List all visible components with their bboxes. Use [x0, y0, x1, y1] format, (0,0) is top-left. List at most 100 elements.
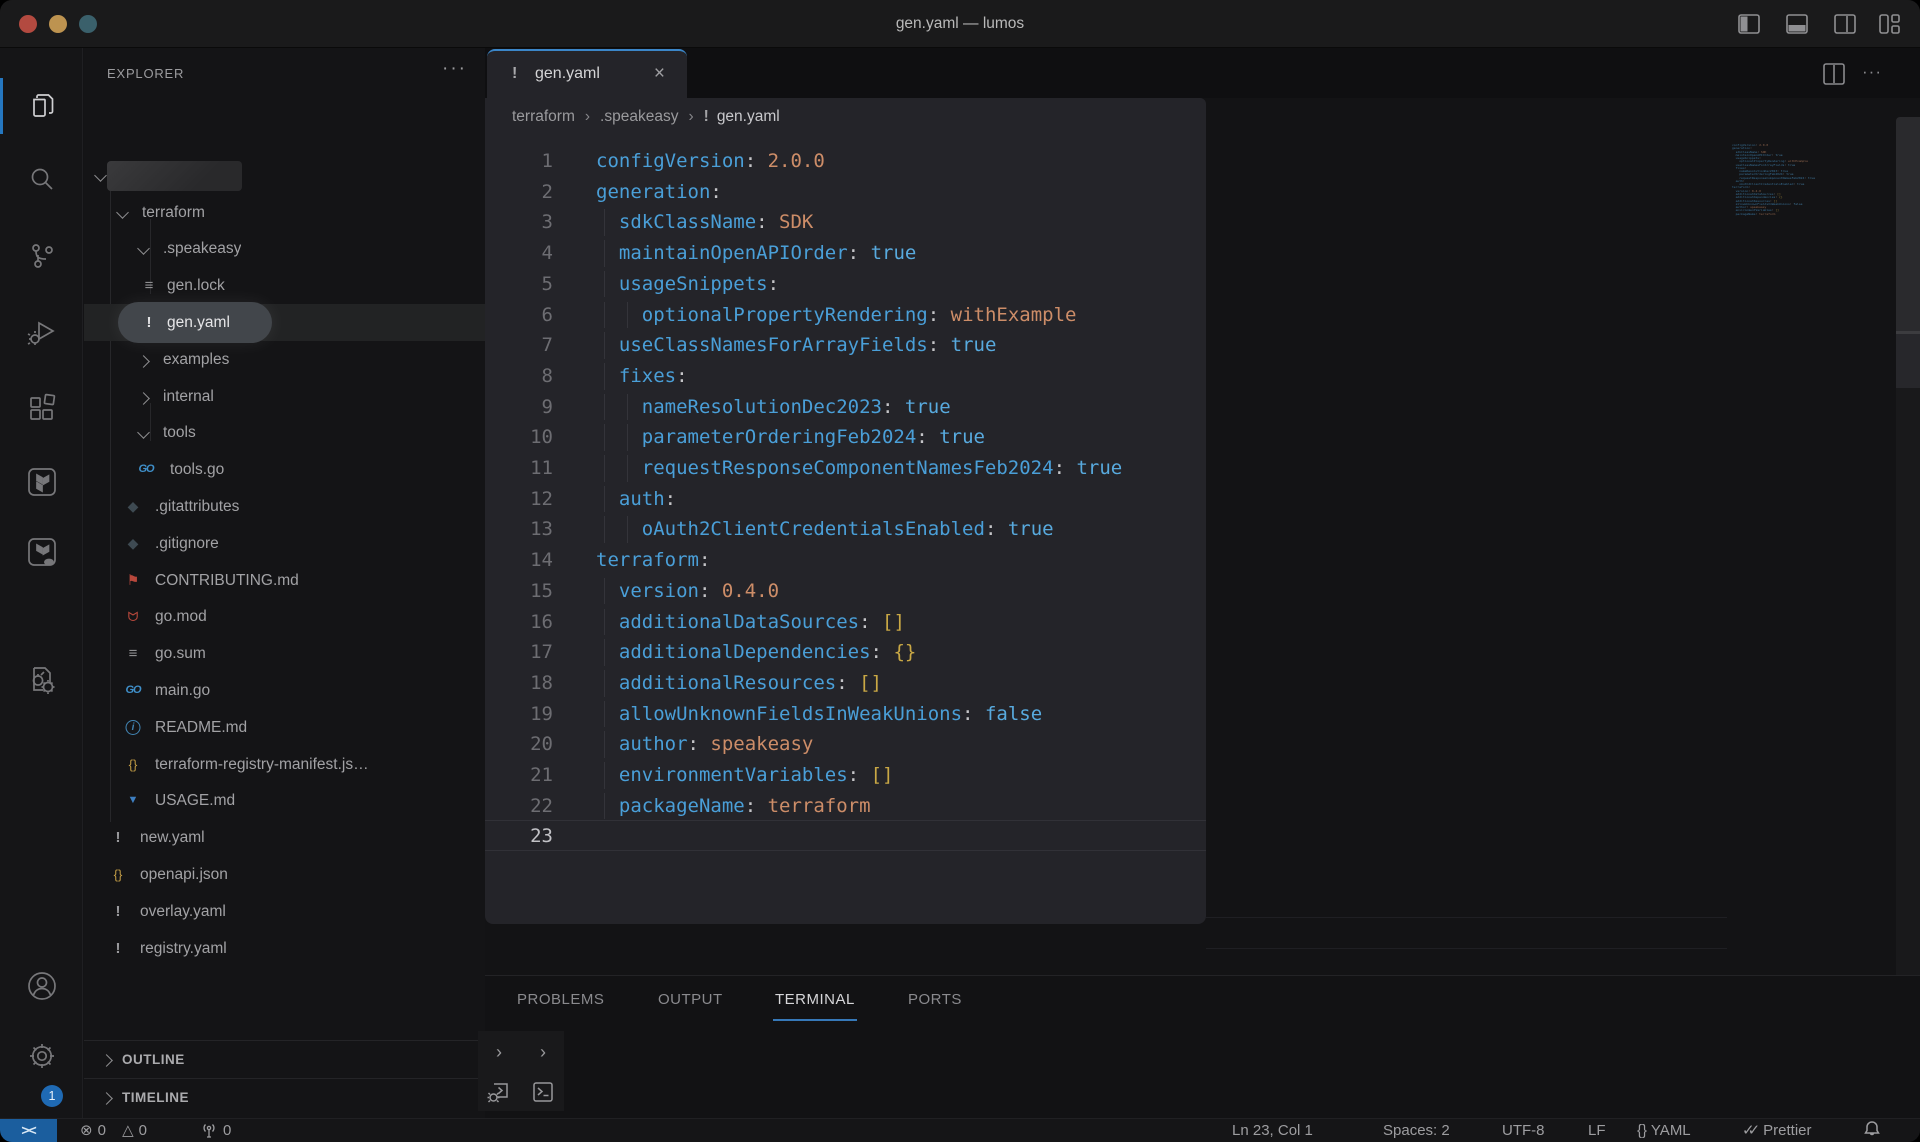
cursor-position[interactable]: Ln 23, Col 1	[1232, 1119, 1313, 1142]
toggle-primary-sidebar-icon[interactable]	[1736, 11, 1762, 37]
tree-item--gitignore[interactable]: ◆ .gitignore	[84, 525, 485, 562]
code-text: environmentVariables: []	[596, 764, 894, 786]
editor-more-actions-icon[interactable]: ···	[1862, 62, 1882, 82]
code-text: usageSnippets:	[596, 272, 780, 295]
tree-item-tools-go[interactable]: GO tools.go	[84, 451, 485, 488]
timeline-section-header[interactable]: TIMELINE	[84, 1078, 485, 1118]
encoding[interactable]: UTF-8	[1502, 1119, 1545, 1142]
code-line-8[interactable]: 8 fixes:	[485, 361, 1206, 392]
terraform-cloud-activity-icon[interactable]	[0, 516, 83, 588]
tree-item-registry-yaml[interactable]: ! registry.yaml	[84, 930, 485, 967]
tree-item-label: main.go	[155, 682, 211, 699]
tree-item-overlay-yaml[interactable]: ! overlay.yaml	[84, 893, 485, 930]
tree-item-go-sum[interactable]: ≡ go.sum	[84, 635, 485, 672]
panel-tab-terminal[interactable]: TERMINAL	[773, 976, 857, 1024]
tree-item-usage-md[interactable]: ▼ USAGE.md	[84, 782, 485, 819]
tree-item-gen-yaml[interactable]: ! gen.yaml	[84, 302, 485, 343]
code-line-20[interactable]: 20 author: speakeasy	[485, 729, 1206, 760]
source-control-activity-icon[interactable]	[0, 220, 83, 292]
tree-item-contributing-md[interactable]: ⚑ CONTRIBUTING.md	[84, 562, 485, 599]
toggle-secondary-sidebar-icon[interactable]	[1832, 11, 1858, 37]
code-line-19[interactable]: 19 allowUnknownFieldsInWeakUnions: false	[485, 699, 1206, 730]
outline-section-header[interactable]: OUTLINE	[84, 1040, 485, 1078]
tree-item-go-mod[interactable]: ᗢ go.mod	[84, 598, 485, 635]
tree-item-new-yaml[interactable]: ! new.yaml	[84, 819, 485, 856]
tree-item-terraform[interactable]: terraform	[84, 194, 485, 231]
tab-gen-yaml[interactable]: ! gen.yaml ×	[487, 49, 687, 98]
problems-status[interactable]: ⊗ 0 △ 0	[80, 1119, 147, 1142]
code-line-18[interactable]: 18 additionalResources: []	[485, 668, 1206, 699]
code-line-9[interactable]: 9 nameResolutionDec2023: true	[485, 392, 1206, 423]
breadcrumb-item[interactable]: terraform	[512, 108, 575, 125]
panel-tab-ports[interactable]: PORTS	[908, 976, 962, 1024]
code-line-10[interactable]: 10 parameterOrderingFeb2024: true	[485, 422, 1206, 453]
code-editor[interactable]: 1 configVersion: 2.0.0 2 generation: 3 sdkCl…	[485, 146, 1206, 906]
line-number: 23	[530, 825, 553, 848]
code-line-12[interactable]: 12 auth:	[485, 484, 1206, 515]
chevron-right-icon[interactable]: ›	[478, 1033, 520, 1071]
tree-item--gitattributes[interactable]: ◆ .gitattributes	[84, 488, 485, 525]
eol-sequence[interactable]: LF	[1588, 1119, 1606, 1142]
breadcrumb-item[interactable]: gen.yaml	[717, 108, 780, 125]
code-line-13[interactable]: 13 oAuth2ClientCredentialsEnabled: true	[485, 514, 1206, 545]
tree-item-label: gen.lock	[167, 277, 225, 295]
yaml-warning-icon: !	[512, 65, 518, 82]
code-line-15[interactable]: 15 version: 0.4.0	[485, 576, 1206, 607]
code-line-23[interactable]: 23	[485, 821, 1206, 852]
split-editor-icon[interactable]	[1820, 60, 1848, 88]
indentation[interactable]: Spaces: 2	[1383, 1119, 1450, 1142]
notifications-bell-icon[interactable]	[1862, 1119, 1882, 1142]
search-activity-icon[interactable]	[0, 144, 83, 216]
run-debug-activity-icon[interactable]	[0, 296, 83, 368]
tree-item-workspace[interactable]	[84, 157, 485, 194]
tree-item-tools[interactable]: tools	[84, 414, 485, 451]
code-line-7[interactable]: 7 useClassNamesForArrayFields: true	[485, 330, 1206, 361]
code-line-5[interactable]: 5 usageSnippets:	[485, 269, 1206, 300]
code-line-21[interactable]: 21 environmentVariables: []	[485, 760, 1206, 791]
line-number: 21	[530, 764, 553, 786]
line-number: 16	[530, 610, 553, 633]
tree-item-gen-lock[interactable]: ≡ gen.lock	[84, 267, 485, 304]
settings-gear-icon[interactable]	[0, 1020, 83, 1092]
error-icon: ⊗	[80, 1122, 93, 1139]
code-line-14[interactable]: 14 terraform:	[485, 545, 1206, 576]
toggle-panel-icon[interactable]	[1784, 11, 1810, 37]
formatter-status[interactable]: ✓✓ Prettier	[1742, 1119, 1812, 1142]
accounts-icon[interactable]	[0, 950, 83, 1022]
code-line-4[interactable]: 4 maintainOpenAPIOrder: true	[485, 238, 1206, 269]
code-line-1[interactable]: 1 configVersion: 2.0.0	[485, 146, 1206, 177]
tree-item--speakeasy[interactable]: .speakeasy	[84, 230, 485, 267]
code-line-11[interactable]: 11 requestResponseComponentNamesFeb2024:…	[485, 453, 1206, 484]
breadcrumb[interactable]: terraform › .speakeasy ›! gen.yaml	[512, 98, 780, 136]
panel-tab-problems[interactable]: PROBLEMS	[517, 976, 604, 1024]
terraform-activity-icon[interactable]	[0, 446, 83, 518]
code-line-16[interactable]: 16 additionalDataSources: []	[485, 607, 1206, 638]
code-line-22[interactable]: 22 packageName: terraform	[485, 791, 1206, 822]
code-line-2[interactable]: 2 generation:	[485, 177, 1206, 208]
tree-item-examples[interactable]: examples	[84, 341, 485, 378]
workspace-name-redacted[interactable]	[107, 160, 242, 191]
tree-item-internal[interactable]: internal	[84, 378, 485, 415]
extensions-activity-icon[interactable]	[0, 372, 83, 444]
chevron-right-icon[interactable]: ›	[522, 1033, 564, 1071]
code-line-17[interactable]: 17 additionalDependencies: {}	[485, 637, 1206, 668]
tree-item-terraform-registry-manifest-js-[interactable]: {} terraform-registry-manifest.js…	[84, 746, 485, 783]
broadcast-status[interactable]: 0	[200, 1119, 231, 1142]
debug-console-icon[interactable]	[478, 1075, 520, 1109]
tree-item-main-go[interactable]: GO main.go	[84, 672, 485, 709]
explorer-activity-icon[interactable]	[0, 70, 83, 142]
minimap[interactable]: configVersion: 2.0.0 generation: sdkClass…	[1732, 143, 1822, 219]
tools-config-activity-icon[interactable]	[0, 644, 83, 716]
panel-tab-output[interactable]: OUTPUT	[658, 976, 723, 1024]
terminal-icon[interactable]	[522, 1075, 564, 1109]
code-line-3[interactable]: 3 sdkClassName: SDK	[485, 207, 1206, 238]
tree-item-openapi-json[interactable]: {} openapi.json	[84, 856, 485, 893]
breadcrumb-item[interactable]: .speakeasy	[600, 108, 678, 125]
tab-label: gen.yaml	[535, 65, 600, 82]
remote-indicator[interactable]: ><	[0, 1119, 57, 1142]
language-mode[interactable]: {} YAML	[1637, 1119, 1691, 1142]
code-line-6[interactable]: 6 optionalPropertyRendering: withExample	[485, 300, 1206, 331]
tree-item-readme-md[interactable]: i README.md	[84, 709, 485, 746]
customize-layout-icon[interactable]	[1876, 11, 1902, 37]
close-tab-icon[interactable]: ×	[654, 51, 665, 97]
